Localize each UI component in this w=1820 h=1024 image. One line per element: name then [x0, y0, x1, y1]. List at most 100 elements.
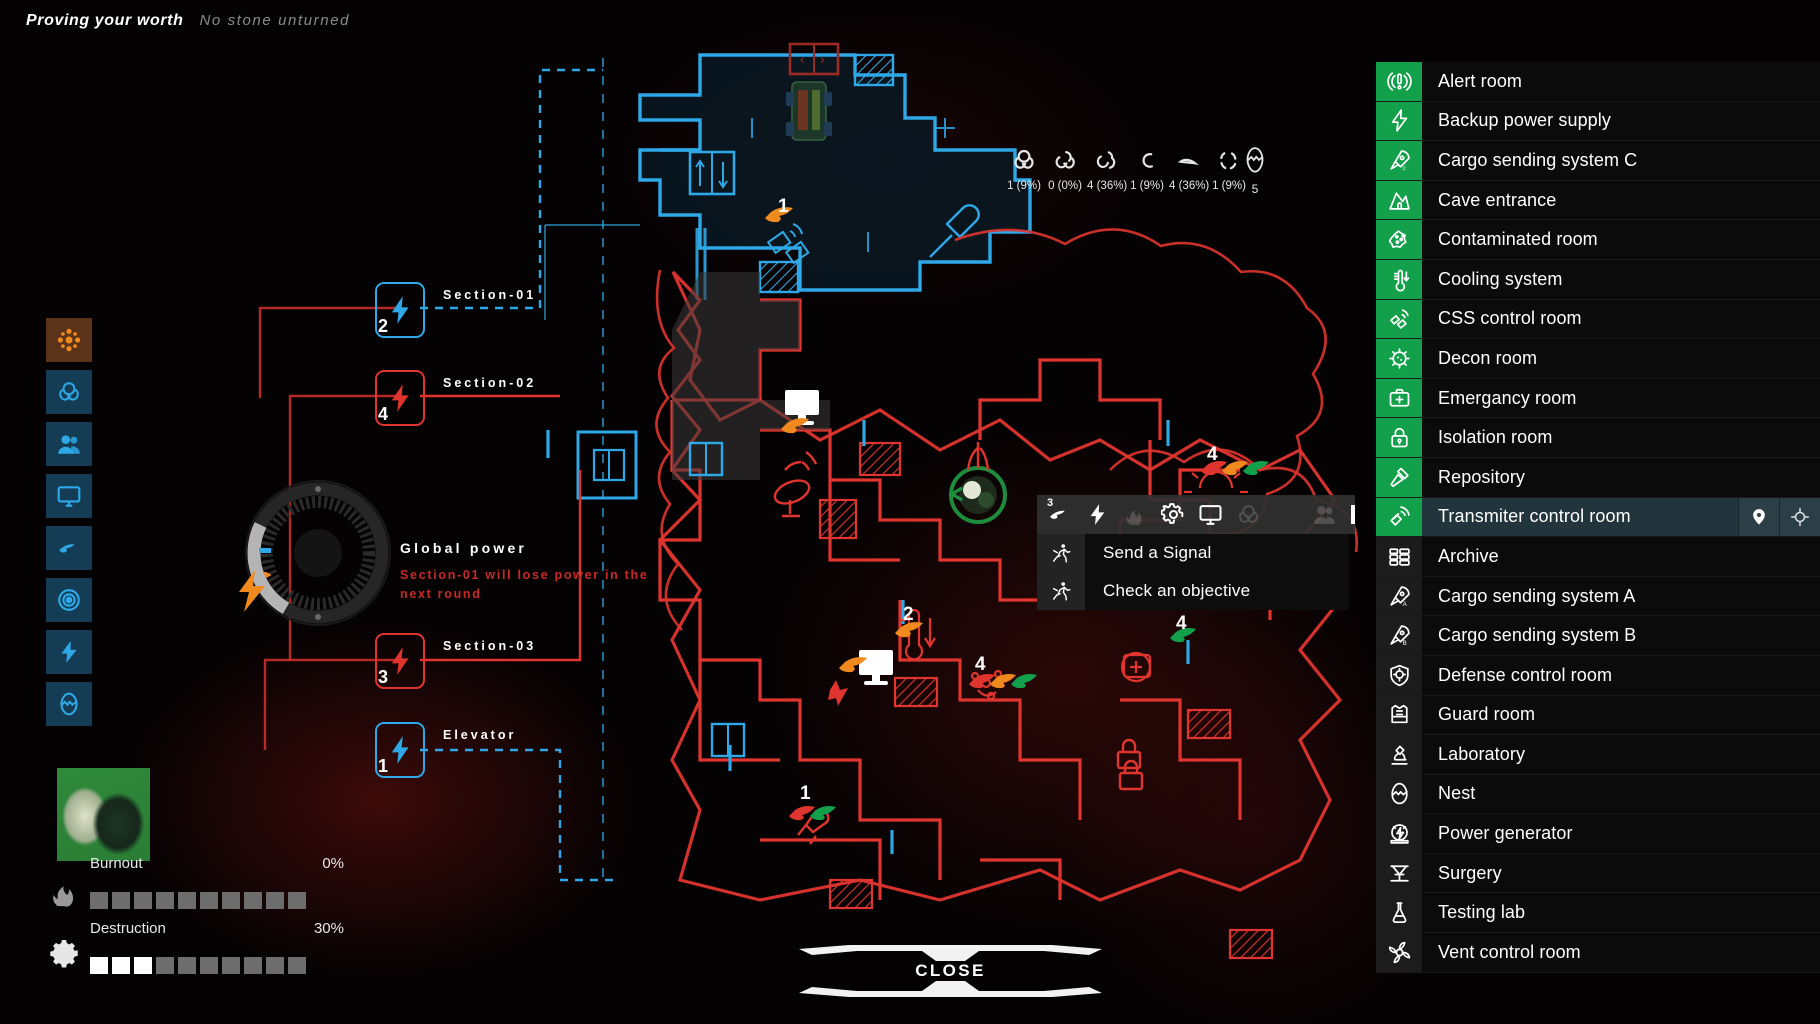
- runner-icon: [1037, 572, 1085, 610]
- room-list-item[interactable]: Guard room: [1376, 695, 1820, 736]
- bolt-icon: [61, 641, 77, 663]
- egg-stat: 5: [1235, 146, 1275, 196]
- sidebar-item-monitor[interactable]: [46, 474, 92, 518]
- room-list-item[interactable]: Archive: [1376, 537, 1820, 577]
- room-list-item[interactable]: Cave entrance: [1376, 180, 1820, 221]
- section-label: Section-01: [443, 288, 537, 302]
- context-menu[interactable]: Send a Signal Check an objective: [1037, 534, 1349, 610]
- left-tool-rail[interactable]: [46, 318, 92, 726]
- section-label: Elevator: [443, 728, 517, 742]
- room-name: Power generator: [1438, 823, 1573, 844]
- meter-cell: [134, 957, 152, 974]
- room-list-item[interactable]: Laboratory: [1376, 735, 1820, 775]
- room-name: Cooling system: [1438, 268, 1563, 289]
- room-list-item[interactable]: Power generator: [1376, 814, 1820, 854]
- spore-stat-value: 0 (0%): [1048, 180, 1082, 192]
- section-label: Section-03: [443, 639, 537, 653]
- contamination-icon: [1376, 220, 1422, 259]
- close-button[interactable]: CLOSE: [789, 945, 1112, 997]
- svg-text:›: ›: [820, 51, 825, 67]
- meter-cell: [222, 892, 240, 909]
- power-icon[interactable]: [1081, 498, 1115, 532]
- monitor-icon[interactable]: [1194, 498, 1228, 532]
- medkit-icon: [1376, 378, 1422, 418]
- header: Proving your worth No stone unturned: [26, 12, 350, 30]
- power-bolt-indicator: [239, 570, 271, 612]
- page-subtitle: No stone unturned: [199, 12, 351, 29]
- bolt-icon: [391, 384, 409, 412]
- people-icon[interactable]: [1307, 498, 1341, 532]
- spore-stat: 4 (36%): [1087, 146, 1127, 192]
- room-list-item[interactable]: Isolation room: [1376, 418, 1820, 458]
- sidebar-item-hand[interactable]: [46, 526, 92, 570]
- rocket-a-icon: A: [1376, 576, 1422, 616]
- section-count: 1: [378, 756, 389, 776]
- burnout-label: Burnout: [90, 855, 143, 872]
- gear-icon[interactable]: [1156, 498, 1190, 532]
- meter-cell: [244, 892, 262, 909]
- room-list-item[interactable]: c Cargo sending system C: [1376, 141, 1820, 181]
- region-thumbnail[interactable]: [57, 768, 150, 861]
- room-list-item[interactable]: Transmiter control room: [1376, 497, 1820, 538]
- destruction-value: 30%: [313, 920, 344, 937]
- room-list-item[interactable]: Testing lab: [1376, 893, 1820, 934]
- context-menu-item[interactable]: Check an objective: [1037, 572, 1349, 610]
- room-list-item[interactable]: B Cargo sending system B: [1376, 616, 1820, 656]
- gear-icon: [50, 940, 78, 968]
- room-list-item[interactable]: Vent control room: [1376, 933, 1820, 973]
- sidebar-item-nest[interactable]: [46, 682, 92, 726]
- global-power-warning: Section-01 will lose power in the next r…: [400, 568, 649, 602]
- room-name: Cargo sending system A: [1438, 585, 1636, 606]
- sidebar-item-crew[interactable]: [46, 422, 92, 466]
- room-name: Vent control room: [1438, 941, 1581, 962]
- destruction-meter: Destruction 30%: [48, 920, 378, 974]
- burnout-cells: [90, 892, 306, 909]
- map-room-marker[interactable]: 1: [800, 783, 811, 805]
- meter-cell: [90, 892, 108, 909]
- global-power-title: Global power: [400, 540, 528, 556]
- map-room-marker[interactable]: 1: [778, 196, 789, 218]
- room-name: Cargo sending system B: [1438, 625, 1637, 646]
- spore-stat: 0 (0%): [1046, 146, 1084, 192]
- room-list-item[interactable]: Defense control room: [1376, 655, 1820, 696]
- egg-icon: [1376, 774, 1422, 814]
- room-action-toolbar[interactable]: 3: [1037, 495, 1355, 534]
- map-room-marker[interactable]: 4: [1176, 613, 1187, 635]
- bolt-icon: [391, 647, 409, 675]
- spores-icon[interactable]: [1232, 498, 1266, 532]
- map-room-marker[interactable]: 2: [903, 604, 914, 626]
- room-list-item[interactable]: Emergancy room: [1376, 378, 1820, 419]
- room-list-item[interactable]: Decon room: [1376, 339, 1820, 379]
- transmitter-icon[interactable]: [1270, 498, 1304, 532]
- destruction-cells: [90, 957, 306, 974]
- room-list-item[interactable]: Alert room: [1376, 62, 1820, 102]
- room-list-item[interactable]: Nest: [1376, 774, 1820, 815]
- context-menu-item[interactable]: Send a Signal: [1037, 534, 1349, 572]
- spore-stat-value: 1 (9%): [1130, 180, 1164, 192]
- meter-cell: [112, 957, 130, 974]
- flame-icon[interactable]: [1119, 498, 1153, 532]
- map-pin-icon[interactable]: [1738, 497, 1779, 537]
- destruction-label: Destruction: [90, 920, 166, 937]
- vest-icon: [1376, 695, 1422, 735]
- map-room-marker[interactable]: 4: [1207, 444, 1218, 466]
- spore-stat-value: 1 (9%): [1007, 180, 1041, 192]
- hand-icon[interactable]: 3: [1043, 497, 1077, 532]
- room-name: Cargo sending system C: [1438, 149, 1638, 170]
- sidebar-item-contamination[interactable]: [46, 370, 92, 414]
- room-list-item[interactable]: CSS control room: [1376, 299, 1820, 340]
- map-room-marker[interactable]: 4: [975, 654, 986, 676]
- sidebar-item-radar[interactable]: [46, 578, 92, 622]
- sidebar-item-power[interactable]: [46, 630, 92, 674]
- room-list[interactable]: Alert room Backup power supply c Cargo send…: [1376, 62, 1820, 973]
- room-list-item[interactable]: Cooling system: [1376, 259, 1820, 300]
- sidebar-item-overview[interactable]: [46, 318, 92, 362]
- room-list-item[interactable]: Contaminated room: [1376, 220, 1820, 260]
- crosshair-icon[interactable]: [1779, 497, 1820, 537]
- room-list-item[interactable]: Backup power supply: [1376, 101, 1820, 142]
- thermometer-icon: [1376, 259, 1422, 299]
- room-name: Isolation room: [1438, 427, 1553, 448]
- room-list-item[interactable]: A Cargo sending system A: [1376, 576, 1820, 617]
- room-list-item[interactable]: Surgery: [1376, 853, 1820, 894]
- room-list-item[interactable]: Repository: [1376, 457, 1820, 498]
